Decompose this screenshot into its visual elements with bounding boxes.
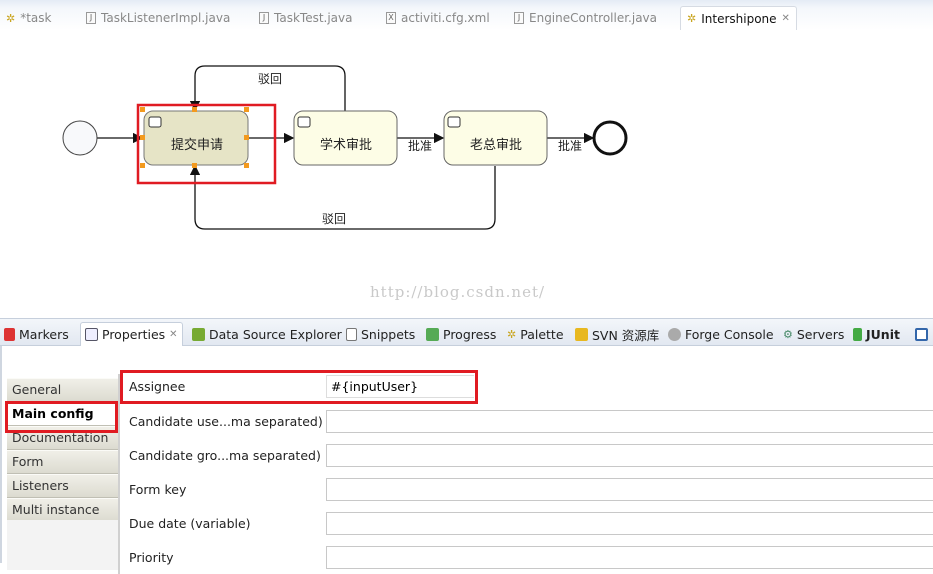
flow-label-approve-2: 批准 bbox=[558, 139, 583, 153]
properties-panel: General Main config Documentation Form L… bbox=[0, 346, 933, 574]
tab-snippets[interactable]: Snippets bbox=[346, 322, 415, 346]
side-tab-multi-instance[interactable]: Multi instance bbox=[7, 498, 118, 522]
markers-icon bbox=[4, 327, 15, 341]
task-label-boss: 老总审批 bbox=[470, 138, 523, 153]
start-event[interactable] bbox=[62, 120, 98, 156]
end-event[interactable] bbox=[592, 120, 628, 156]
editor-tab-bar: ✲ *task J TaskListenerImpl.java J TaskTest.… bbox=[0, 0, 933, 34]
tab-activiti-cfg[interactable]: Xactiviti.cfg.xml bbox=[386, 6, 490, 30]
tab-tasktest[interactable]: J TaskTest.java bbox=[259, 6, 353, 30]
console-icon bbox=[915, 327, 928, 341]
properties-icon bbox=[85, 328, 98, 341]
java-file-icon: J bbox=[514, 12, 524, 24]
flow-label-reject-top: 驳回 bbox=[258, 72, 283, 86]
priority-input[interactable] bbox=[326, 546, 933, 569]
highlight-main-config bbox=[5, 401, 118, 433]
java-file-icon: J bbox=[86, 12, 96, 24]
tab-junit[interactable]: JUnit bbox=[853, 322, 900, 346]
xml-file-icon: X bbox=[386, 12, 396, 24]
palette-icon: ✲ bbox=[507, 327, 517, 341]
close-icon[interactable]: ✕ bbox=[782, 13, 790, 24]
tab-task[interactable]: ✲ *task bbox=[6, 6, 51, 30]
due-date-input[interactable] bbox=[326, 512, 933, 535]
user-task-icon bbox=[447, 116, 461, 128]
field-row-candidate-users: Candidate use...ma separated) bbox=[120, 410, 933, 434]
activiti-diagram-icon: ✲ bbox=[687, 12, 697, 25]
tab-forge-console[interactable]: Forge Console bbox=[668, 322, 774, 346]
data-source-icon bbox=[192, 327, 205, 341]
progress-icon bbox=[426, 327, 439, 341]
form-key-input[interactable] bbox=[326, 478, 933, 501]
snippets-icon bbox=[346, 327, 357, 341]
activiti-diagram-icon: ✲ bbox=[6, 11, 16, 25]
tab-console[interactable] bbox=[915, 322, 928, 346]
tab-intershipone[interactable]: ✲ Intershipone ✕ bbox=[680, 6, 797, 30]
candidate-groups-input[interactable] bbox=[326, 444, 933, 467]
junit-icon bbox=[853, 327, 862, 341]
bpmn-diagram-canvas[interactable]: 提交申请 学术审批 老总审批 驳回 驳回 批准 批准 bbox=[0, 34, 933, 316]
flow-label-reject-bottom: 驳回 bbox=[322, 212, 347, 226]
tab-svn[interactable]: SVN 资源库 bbox=[575, 322, 659, 346]
user-task-icon bbox=[297, 116, 311, 128]
field-row-due-date: Due date (variable) bbox=[120, 512, 933, 536]
task-label-submit: 提交申请 bbox=[171, 138, 224, 153]
forge-icon bbox=[668, 327, 681, 341]
svn-icon bbox=[575, 327, 588, 341]
field-row-form-key: Form key bbox=[120, 478, 933, 502]
user-task-icon bbox=[148, 116, 162, 128]
tab-enginecontroller[interactable]: J EngineController.java bbox=[514, 6, 657, 30]
tab-progress[interactable]: Progress bbox=[426, 322, 496, 346]
candidate-users-input[interactable] bbox=[326, 410, 933, 433]
tab-tasklistenerimpl[interactable]: J TaskListenerImpl.java bbox=[86, 6, 230, 30]
tab-properties[interactable]: Properties ✕ bbox=[80, 322, 183, 346]
side-tab-form[interactable]: Form bbox=[7, 450, 118, 474]
field-row-candidate-groups: Candidate gro...ma separated) bbox=[120, 444, 933, 468]
tab-data-source-explorer[interactable]: Data Source Explorer bbox=[192, 322, 342, 346]
highlight-assignee bbox=[120, 370, 478, 404]
view-tab-bar: Markers Properties ✕ Data Source Explorer… bbox=[0, 318, 933, 346]
servers-icon: ⚙ bbox=[783, 327, 793, 341]
task-label-academic: 学术审批 bbox=[320, 138, 373, 153]
flow-label-approve-1: 批准 bbox=[408, 139, 433, 153]
side-tab-listeners[interactable]: Listeners bbox=[7, 474, 118, 498]
close-icon[interactable]: ✕ bbox=[169, 329, 177, 340]
tab-markers[interactable]: Markers bbox=[4, 322, 69, 346]
properties-side-tabs: General Main config Documentation Form L… bbox=[7, 378, 118, 522]
tab-servers[interactable]: ⚙ Servers bbox=[783, 322, 844, 346]
java-file-icon: J bbox=[259, 12, 269, 24]
divider bbox=[118, 374, 120, 574]
watermark: http://blog.csdn.net/ bbox=[370, 283, 546, 301]
tab-palette[interactable]: ✲ Palette bbox=[507, 322, 564, 346]
side-tab-general[interactable]: General bbox=[7, 378, 118, 402]
field-row-priority: Priority bbox=[120, 546, 933, 570]
